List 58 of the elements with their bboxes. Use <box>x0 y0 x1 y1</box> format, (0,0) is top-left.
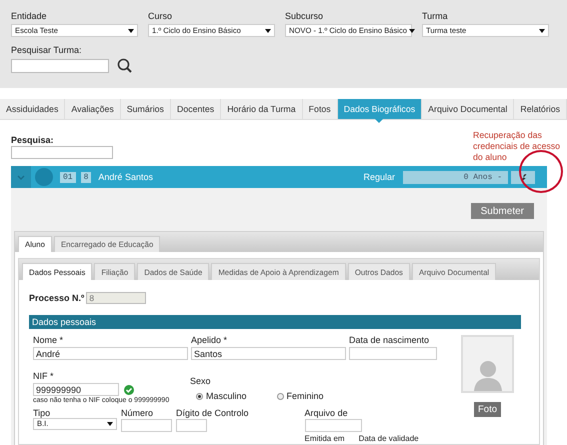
search-icon <box>117 58 132 73</box>
wrench-button[interactable] <box>511 170 535 184</box>
radio-button[interactable] <box>196 392 203 400</box>
field-label: Data de validade <box>358 434 419 444</box>
number-field[interactable] <box>121 419 172 432</box>
highlight-circle <box>519 150 563 193</box>
caret-icon <box>107 422 113 426</box>
search-label: Pesquisa: <box>11 135 55 145</box>
tab[interactable]: Relatórios <box>514 99 567 119</box>
filter-label: Subcurso <box>285 11 324 22</box>
field-label: Data de nascimento <box>349 335 430 345</box>
check-digit-field[interactable] <box>176 419 207 432</box>
field-label: Tipo <box>33 408 52 418</box>
birth-date-field[interactable] <box>349 347 437 360</box>
section-header: Dados pessoais <box>29 315 521 329</box>
avatar-circle <box>35 168 53 186</box>
field-label: Emitida em <box>304 434 345 444</box>
caret-icon <box>265 28 271 32</box>
surname-field[interactable]: Santos <box>191 347 346 360</box>
tab[interactable]: Arquivo Documental <box>422 99 514 119</box>
caret-icon <box>409 28 415 32</box>
process-number: 8 <box>80 172 92 182</box>
name-field[interactable]: André <box>33 347 188 360</box>
process-label: Processo N.º <box>29 293 84 303</box>
age-field: 0 Anos - <box>403 170 508 184</box>
class-search-field[interactable] <box>11 58 109 72</box>
student-status: Regular <box>363 172 395 182</box>
field-label: Sexo <box>190 376 212 386</box>
search-field[interactable] <box>11 146 113 159</box>
search-label: Pesquisar Turma: <box>11 45 83 56</box>
field-label: Número <box>121 408 154 418</box>
radio-label: Masculino <box>206 391 247 401</box>
radio-label: Feminino <box>286 391 324 401</box>
caret-icon <box>128 28 134 32</box>
submit-button[interactable]: Submeter <box>470 203 534 219</box>
caret-icon <box>539 28 545 32</box>
field-label: Arquivo de <box>304 408 349 418</box>
field-label: Nome * <box>33 335 64 345</box>
tab[interactable]: Assiduidades <box>0 99 66 119</box>
student-number: 01 <box>60 172 76 182</box>
tab[interactable]: Horário da Turma <box>221 99 303 119</box>
filter-label: Turma <box>422 11 449 22</box>
student-name: André Santos <box>98 172 154 182</box>
radio-button[interactable] <box>276 392 284 400</box>
process-field: 8 <box>86 292 146 304</box>
field-label: NIF * <box>33 371 55 381</box>
field-label: Dígito de Controlo <box>176 408 249 418</box>
photo-button[interactable]: Foto <box>474 402 501 417</box>
filter-label: Curso <box>148 11 174 22</box>
tab[interactable]: Docentes <box>170 99 222 119</box>
annotation-text: Recuperação das credenciais de acesso do aluno <box>473 130 562 163</box>
nif-field[interactable]: 999999990 <box>33 383 119 396</box>
archive-field[interactable] <box>304 419 362 432</box>
field-label: Apelido * <box>191 335 228 345</box>
chevron-icon <box>17 174 25 180</box>
filter-label: Entidade <box>11 11 48 22</box>
tab[interactable]: Avaliações <box>65 99 121 119</box>
tab[interactable]: Sumários <box>120 99 171 119</box>
